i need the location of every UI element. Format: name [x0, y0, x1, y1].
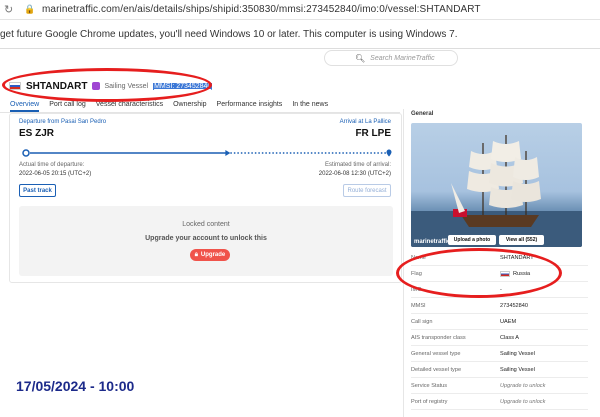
route-forecast-button[interactable]: Route forecast: [343, 184, 391, 197]
info-row-service-status: Service Status Upgrade to unlock: [411, 378, 588, 394]
actual-departure-label: Actual time of departure:: [19, 162, 85, 168]
destination-pin-icon: [386, 149, 392, 157]
general-title: General: [411, 111, 434, 117]
departure-dot-icon: [22, 149, 30, 157]
info-key: AIS transponder class: [411, 334, 466, 341]
reload-icon[interactable]: ↻: [4, 3, 16, 16]
chrome-update-notice: get future Google Chrome updates, you'll…: [0, 21, 600, 49]
info-key: MMSI: [411, 302, 426, 309]
tab-performance-insights[interactable]: Performance insights: [217, 97, 283, 112]
upgrade-button[interactable]: 🔒︎ Upgrade: [190, 249, 230, 261]
info-key: General vessel type: [411, 350, 461, 357]
upload-photo-button[interactable]: Upload a photo: [448, 235, 496, 245]
info-row-ais-class: AIS transponder class Class A: [411, 330, 588, 346]
timestamp-overlay: 17/05/2024 - 10:00: [16, 378, 135, 394]
upgrade-to-unlock-link[interactable]: Upgrade to unlock: [500, 399, 545, 405]
annotation-circle-header: [2, 68, 212, 102]
info-row-port-of-registry: Port of registry Upgrade to unlock: [411, 394, 588, 410]
view-all-photos-button[interactable]: View all (552): [499, 235, 544, 245]
info-value: Sailing Vessel: [500, 350, 535, 357]
info-row-call-sign: Call sign UAEM: [411, 314, 588, 330]
info-row-mmsi: MMSI 273452840: [411, 298, 588, 314]
search-icon: 🔍︎: [355, 53, 366, 63]
info-key: Service Status: [411, 382, 448, 389]
past-track-button[interactable]: Past track: [19, 184, 56, 197]
search-input[interactable]: 🔍︎ Search MarineTraffic: [324, 50, 458, 66]
voyage-card: Departure from Pasai San Pedro Arrival a…: [9, 113, 402, 283]
ship-illustration: [411, 135, 582, 247]
departure-port-code: ES ZJR: [19, 128, 55, 139]
info-key: Call sign: [411, 318, 433, 325]
info-key: Detailed vessel type: [411, 366, 462, 373]
tab-overview[interactable]: Overview: [10, 97, 40, 112]
info-value: Sailing Vessel: [500, 366, 535, 373]
upgrade-label: Upgrade: [200, 252, 226, 258]
info-row-detailed-type: Detailed vessel type Sailing Vessel: [411, 362, 588, 378]
url-text[interactable]: marinetraffic.com/en/ais/details/ships/s…: [42, 4, 481, 15]
locked-title: Locked content: [182, 221, 230, 228]
locked-message: Upgrade your account to unlock this: [145, 235, 267, 242]
search-placeholder: Search MarineTraffic: [370, 54, 435, 62]
notice-text: get future Google Chrome updates, you'll…: [0, 29, 458, 40]
info-value: UAEM: [500, 318, 517, 325]
address-bar[interactable]: ↻ 🔒 marinetraffic.com/en/ais/details/shi…: [0, 0, 600, 20]
upgrade-to-unlock-link[interactable]: Upgrade to unlock: [500, 383, 545, 389]
tab-ownership[interactable]: Ownership: [173, 97, 206, 112]
estimated-arrival-label: Estimated time of arrival:: [324, 162, 391, 168]
actual-departure-value: 2022-06-05 20:15 (UTC+2): [19, 171, 92, 177]
ship-arrow-icon: [225, 150, 231, 156]
arrival-port-code: FR LPE: [355, 128, 391, 139]
photo-watermark: marinetraffic: [414, 239, 451, 245]
estimated-arrival-value: 2022-06-08 12:30 (UTC+2): [318, 171, 391, 177]
departure-label[interactable]: Departure from Pasai San Pedro: [19, 119, 106, 125]
tab-in-the-news[interactable]: In the news: [292, 97, 328, 112]
vessel-photo[interactable]: marinetraffic Upload a photo View all (5…: [411, 123, 582, 247]
locked-content-panel: Locked content Upgrade your account to u…: [19, 206, 393, 276]
lock-icon[interactable]: 🔒: [24, 4, 35, 15]
info-value: Class A: [500, 334, 519, 341]
arrival-label[interactable]: Arrival at La Pallice: [340, 119, 391, 125]
info-row-general-type: General vessel type Sailing Vessel: [411, 346, 588, 362]
annotation-circle-flag: [396, 248, 562, 298]
info-value: 273452840: [500, 302, 528, 309]
voyage-progress: [22, 149, 392, 157]
lock-icon: 🔒︎: [194, 251, 198, 258]
info-key: Port of registry: [411, 398, 448, 405]
